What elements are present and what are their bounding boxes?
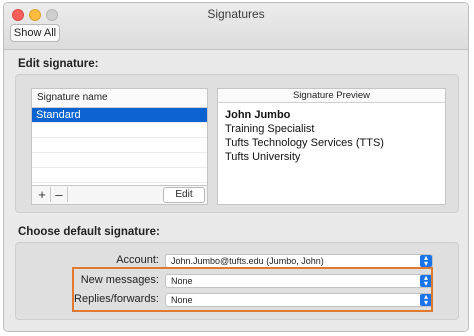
signature-list-header: Signature name xyxy=(32,89,207,108)
preview-title: Training Specialist xyxy=(225,123,315,135)
chevron-updown-icon: ▴ ▾ xyxy=(420,254,432,268)
default-signature-heading: Choose default signature: xyxy=(18,226,160,238)
edit-signature-button[interactable]: Edit xyxy=(163,187,205,203)
remove-signature-button[interactable]: – xyxy=(51,187,68,202)
signature-preview-body: John Jumbo Training Specialist Tufts Tec… xyxy=(218,103,445,164)
list-item-empty xyxy=(32,138,207,153)
edit-signature-heading: Edit signature: xyxy=(18,58,99,70)
list-item-empty xyxy=(32,153,207,168)
add-signature-button[interactable]: + xyxy=(34,187,51,202)
account-select-value: John.Jumbo@tufts.edu (Jumbo, John) xyxy=(171,256,324,266)
signature-list-toolbar: + – Edit xyxy=(32,185,207,204)
highlight-box xyxy=(72,267,433,312)
preview-organization: Tufts University xyxy=(225,151,301,163)
show-all-button[interactable]: Show All xyxy=(10,24,60,42)
account-select[interactable]: John.Jumbo@tufts.edu (Jumbo, John) ▴ ▾ xyxy=(165,254,433,268)
signature-item-standard[interactable]: Standard xyxy=(32,108,207,123)
account-label: Account: xyxy=(116,254,159,266)
window-title: Signatures xyxy=(207,7,265,21)
preview-name: John Jumbo xyxy=(225,109,291,121)
preview-department: Tufts Technology Services (TTS) xyxy=(225,137,384,149)
signature-preview-header: Signature Preview xyxy=(218,89,445,103)
signature-list: Signature name Standard + – Edit xyxy=(31,88,208,205)
list-item-empty xyxy=(32,123,207,138)
title-bar: Signatures Show All xyxy=(4,3,468,50)
signature-preview: Signature Preview John Jumbo Training Sp… xyxy=(217,88,446,205)
list-item-empty xyxy=(32,168,207,183)
